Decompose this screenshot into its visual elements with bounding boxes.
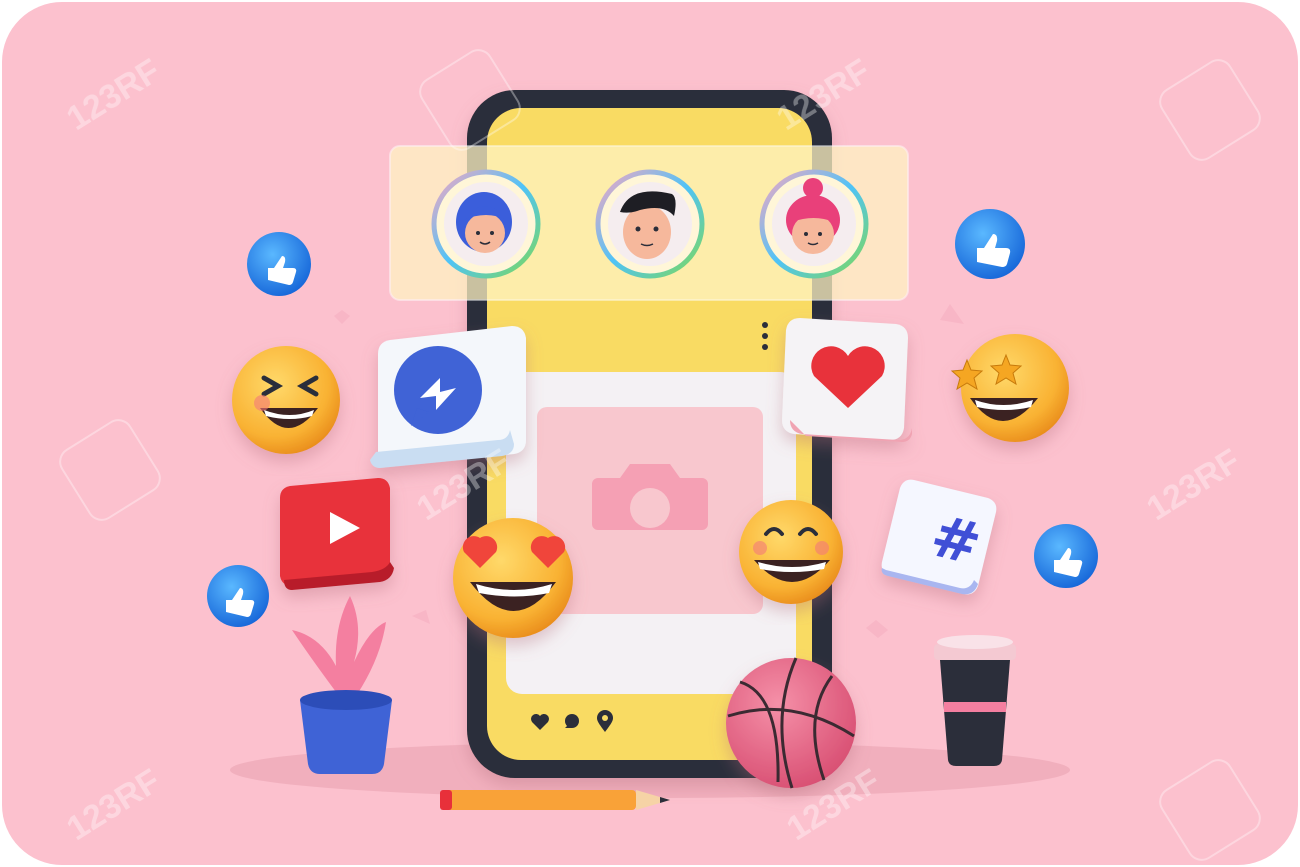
pencil-icon [440, 790, 670, 810]
thumbs-up-icon [247, 232, 311, 296]
story-avatar-1[interactable] [431, 169, 541, 279]
basketball-icon [726, 657, 856, 789]
thumbs-up-icon [207, 565, 269, 627]
laughing-emoji-icon [232, 346, 340, 454]
comment-icon[interactable] [565, 714, 579, 728]
hashtag-icon: # [881, 479, 997, 595]
video-play-icon [280, 478, 394, 590]
thumbs-up-icon [1034, 524, 1098, 588]
social-media-illustration: # 123RF 123RF 123RF 123RF 123RF 123RF [2, 2, 1298, 865]
more-options-icon [762, 322, 768, 350]
story-avatar-2[interactable] [595, 169, 705, 279]
heart-reaction-icon [782, 318, 912, 442]
grinning-emoji-icon [739, 500, 843, 604]
thumbs-up-icon [955, 209, 1025, 279]
story-avatar-3[interactable] [759, 169, 869, 279]
heart-eyes-emoji-icon [453, 518, 573, 638]
messenger-icon [370, 326, 526, 468]
